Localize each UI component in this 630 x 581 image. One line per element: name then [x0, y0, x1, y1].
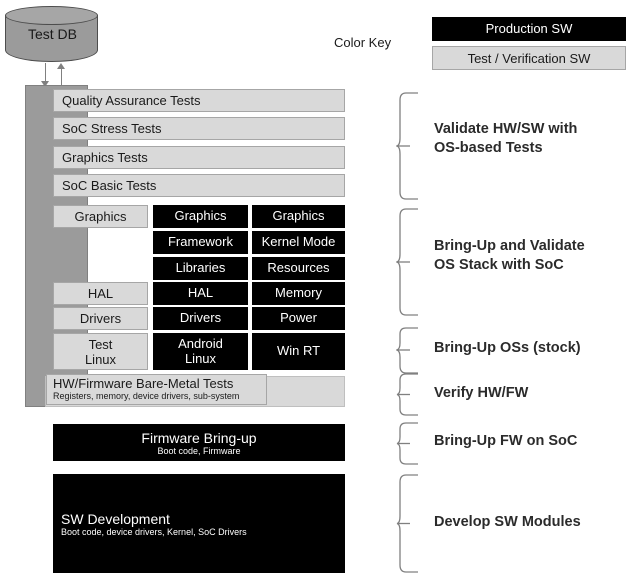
stack-cell-test-drivers: Drivers — [53, 307, 148, 330]
curly-brace-icon — [396, 327, 422, 374]
hw-fw-tests-title: HW/Firmware Bare-Metal Tests — [53, 376, 234, 391]
phase-label-4: Verify HW/FW — [434, 385, 529, 401]
stack-cell-android-drivers: Drivers — [153, 307, 248, 330]
stack-cell-winrt-memory: Memory — [252, 282, 345, 305]
test-bar-soc-stress: SoC Stress Tests — [53, 117, 345, 140]
stack-cell-winrt-graphics: Graphics — [252, 205, 345, 228]
sw-development-subtitle: Boot code, device drivers, Kernel, SoC D… — [61, 526, 247, 537]
stack-cell-winrt-kernel-mode: Kernel Mode — [252, 231, 345, 254]
phase-label-1: Validate HW/SW with OS-based Tests — [434, 121, 578, 157]
db-write-arrow — [41, 63, 50, 87]
firmware-bringup-title: Firmware Bring-up — [141, 429, 257, 446]
test-db-cylinder: Test DB — [5, 6, 100, 72]
stack-cell-android-libraries: Libraries — [153, 257, 248, 280]
phase-label-5: Bring-Up FW on SoC — [434, 433, 578, 449]
color-key-test-verification-sw: Test / Verification SW — [432, 46, 626, 70]
phase-brace-3 — [396, 327, 422, 374]
color-key-label: Color Key — [334, 35, 392, 50]
curly-brace-icon — [396, 92, 422, 200]
hw-fw-tests-subtitle: Registers, memory, device drivers, sub-s… — [53, 391, 240, 401]
stack-cell-android-linux-label: Android Linux — [178, 335, 223, 366]
stack-cell-android-linux: Android Linux — [153, 333, 248, 370]
hw-fw-tests-box: HW/Firmware Bare-Metal Tests Registers, … — [46, 374, 267, 405]
stack-cell-test-linux: Test Linux — [53, 333, 148, 370]
curly-brace-icon — [396, 373, 422, 416]
test-bar-soc-basic: SoC Basic Tests — [53, 174, 345, 197]
phase-brace-4 — [396, 373, 422, 416]
firmware-bringup-subtitle: Boot code, Firmware — [157, 445, 241, 456]
database-cylinder-top — [5, 6, 98, 25]
phase-label-6: Develop SW Modules — [434, 514, 581, 530]
stack-cell-android-framework: Framework — [153, 231, 248, 254]
stack-cell-winrt-power: Power — [252, 307, 345, 330]
stack-cell-android-hal: HAL — [153, 282, 248, 305]
phase-brace-6 — [396, 474, 422, 573]
phase-label-3: Bring-Up OSs (stock) — [434, 340, 581, 356]
curly-brace-icon — [396, 474, 422, 573]
phase-brace-2 — [396, 208, 422, 316]
sw-development-block: SW Development Boot code, device drivers… — [53, 474, 345, 573]
test-bar-quality-assurance: Quality Assurance Tests — [53, 89, 345, 112]
curly-brace-icon — [396, 422, 422, 465]
phase-brace-5 — [396, 422, 422, 465]
stack-cell-android-graphics: Graphics — [153, 205, 248, 228]
db-read-arrow — [57, 63, 66, 87]
stack-cell-winrt-os: Win RT — [252, 333, 345, 370]
color-key-production-sw: Production SW — [432, 17, 626, 41]
curly-brace-icon — [396, 208, 422, 316]
phase-label-2: Bring-Up and Validate OS Stack with SoC — [434, 238, 585, 274]
test-bar-graphics: Graphics Tests — [53, 146, 345, 169]
stack-cell-winrt-resources: Resources — [252, 257, 345, 280]
stack-cell-test-linux-label: Test Linux — [84, 336, 117, 367]
test-db-label: Test DB — [27, 26, 77, 42]
stack-cell-test-graphics: Graphics — [53, 205, 148, 228]
stack-cell-test-hal: HAL — [53, 282, 148, 305]
firmware-bringup-block: Firmware Bring-up Boot code, Firmware — [53, 424, 345, 461]
sw-development-title: SW Development — [61, 510, 170, 527]
phase-brace-1 — [396, 92, 422, 200]
